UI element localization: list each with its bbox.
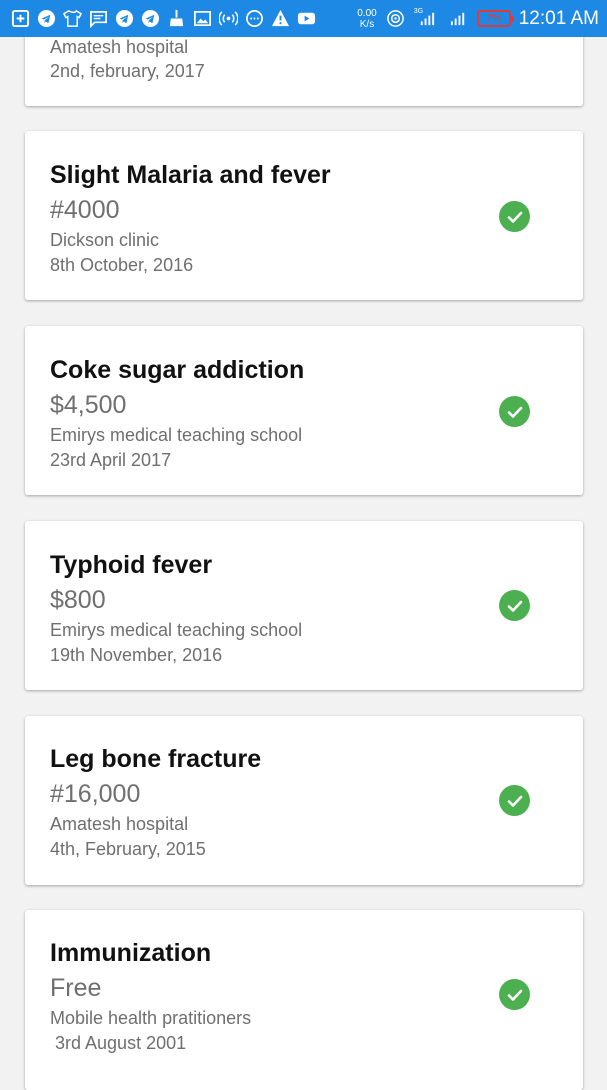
record-date: 2nd, february, 2017 <box>50 61 205 81</box>
record-card[interactable]: Leg bone fracture #16,000 Amatesh hospit… <box>25 716 583 885</box>
record-place: Dickson clinic <box>50 230 160 250</box>
check-circle-icon <box>499 785 530 816</box>
telegram-icon <box>36 8 57 29</box>
network-speed: 0.00 K/s <box>357 8 376 30</box>
youtube-icon <box>296 8 317 29</box>
record-place: Emirys medical teaching school <box>50 425 303 445</box>
network-speed-unit: K/s <box>359 18 375 30</box>
record-title: Coke sugar addiction <box>50 356 305 384</box>
tshirt-icon <box>62 8 83 29</box>
record-title: Immunization <box>50 939 212 967</box>
status-bar: 0.00 K/s 3G 7% 12:01 AM <box>0 0 607 37</box>
message-icon <box>88 8 109 29</box>
record-date: 3rd August 2001 <box>50 1033 187 1053</box>
battery-indicator: 7% <box>476 10 514 27</box>
chat-bubble-icon <box>244 8 265 29</box>
signal-icon <box>448 8 469 29</box>
record-date: 8th October, 2016 <box>50 255 194 275</box>
signal-3g-icon: 3G <box>414 8 440 29</box>
record-price: $4,500 <box>50 391 127 419</box>
hotspot-icon <box>218 8 239 29</box>
notification-icons <box>10 8 317 29</box>
record-date: 4th, February, 2015 <box>50 839 206 859</box>
wireless-icon <box>385 8 406 29</box>
warning-icon <box>270 8 291 29</box>
record-place: Amatesh hospital <box>50 37 189 57</box>
add-box-icon <box>10 8 31 29</box>
network-speed-value: 0.00 <box>357 7 377 19</box>
record-date: 23rd April 2017 <box>50 450 172 470</box>
record-card[interactable]: Coke sugar addiction $4,500 Emirys medic… <box>25 326 583 495</box>
check-circle-icon <box>499 590 530 621</box>
record-price: #4000 <box>50 196 120 224</box>
record-title: Slight Malaria and fever <box>50 161 331 189</box>
status-right: 0.00 K/s 3G 7% 12:01 AM <box>357 8 599 30</box>
image-icon <box>192 8 213 29</box>
record-place: Emirys medical teaching school <box>50 620 303 640</box>
check-circle-icon <box>499 979 530 1010</box>
check-circle-icon <box>499 201 530 232</box>
record-card[interactable]: Typhoid fever $800 Emirys medical teachi… <box>25 521 583 690</box>
record-title: Typhoid fever <box>50 551 213 579</box>
status-clock: 12:01 AM <box>518 7 599 29</box>
telegram-icon <box>114 8 135 29</box>
record-date: 19th November, 2016 <box>50 645 223 665</box>
record-price: #16,000 <box>50 780 141 808</box>
record-place: Mobile health pratitioners <box>50 1008 252 1028</box>
telegram-icon <box>140 8 161 29</box>
check-circle-icon <box>499 396 530 427</box>
record-price: Free <box>50 974 102 1002</box>
record-card[interactable]: Immunization Free Mobile health pratitio… <box>25 910 583 1090</box>
broom-icon <box>166 8 187 29</box>
network-type-label: 3G <box>413 8 424 15</box>
record-price: $800 <box>50 586 106 614</box>
record-title: Leg bone fracture <box>50 745 262 773</box>
battery-level: 7% <box>486 13 501 24</box>
record-card[interactable]: Slight Malaria and fever #4000 Dickson c… <box>25 131 583 300</box>
record-place: Amatesh hospital <box>50 814 189 834</box>
